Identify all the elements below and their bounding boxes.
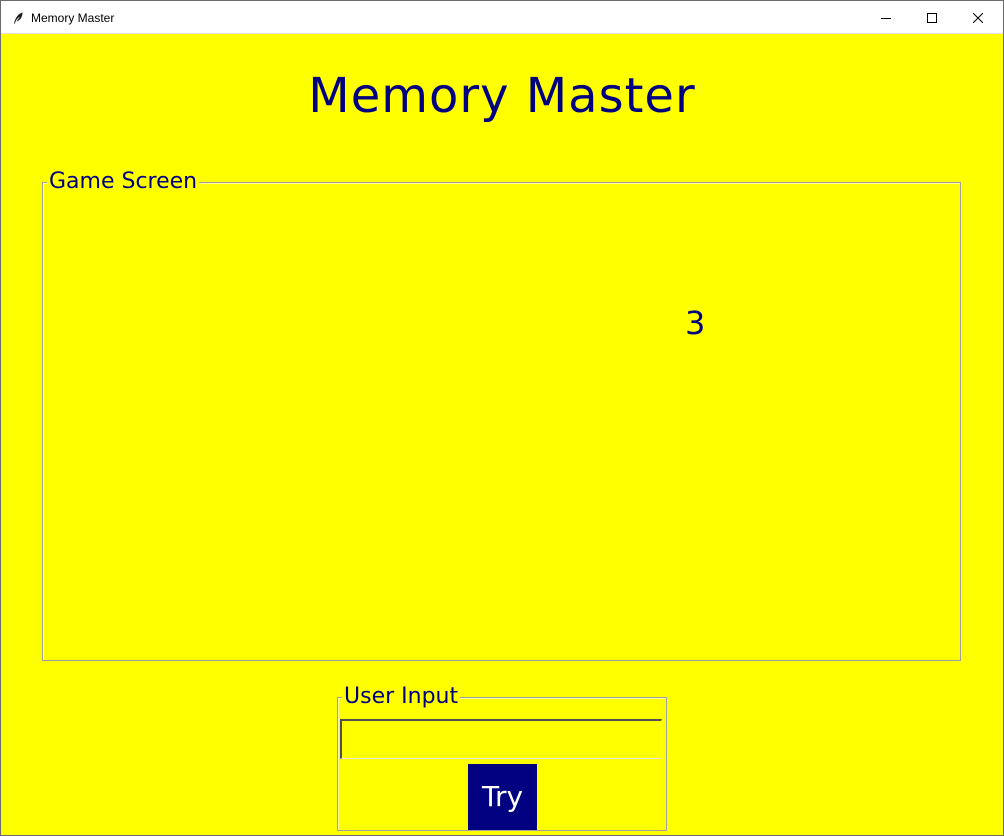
- maximize-icon: [927, 8, 937, 27]
- feather-icon: [11, 10, 25, 24]
- answer-input[interactable]: [340, 719, 662, 759]
- maximize-button[interactable]: [909, 1, 955, 33]
- title-bar[interactable]: Memory Master: [1, 1, 1003, 34]
- close-icon: [972, 8, 984, 27]
- close-button[interactable]: [955, 1, 1001, 33]
- game-screen-label: Game Screen: [47, 169, 200, 195]
- minimize-button[interactable]: [863, 1, 909, 33]
- user-input-frame: User Input Try: [337, 684, 667, 831]
- page-title: Memory Master: [308, 68, 696, 124]
- app-window: Memory Master Memory Master Game Screen …: [0, 0, 1004, 836]
- minimize-icon: [881, 8, 891, 27]
- displayed-number: 3: [685, 304, 706, 342]
- user-input-label: User Input: [342, 684, 461, 710]
- app-content: Memory Master Game Screen 3 User Input T…: [1, 34, 1003, 835]
- window-title: Memory Master: [31, 11, 115, 25]
- try-button[interactable]: Try: [468, 764, 537, 830]
- game-screen-frame: Game Screen 3: [42, 169, 961, 661]
